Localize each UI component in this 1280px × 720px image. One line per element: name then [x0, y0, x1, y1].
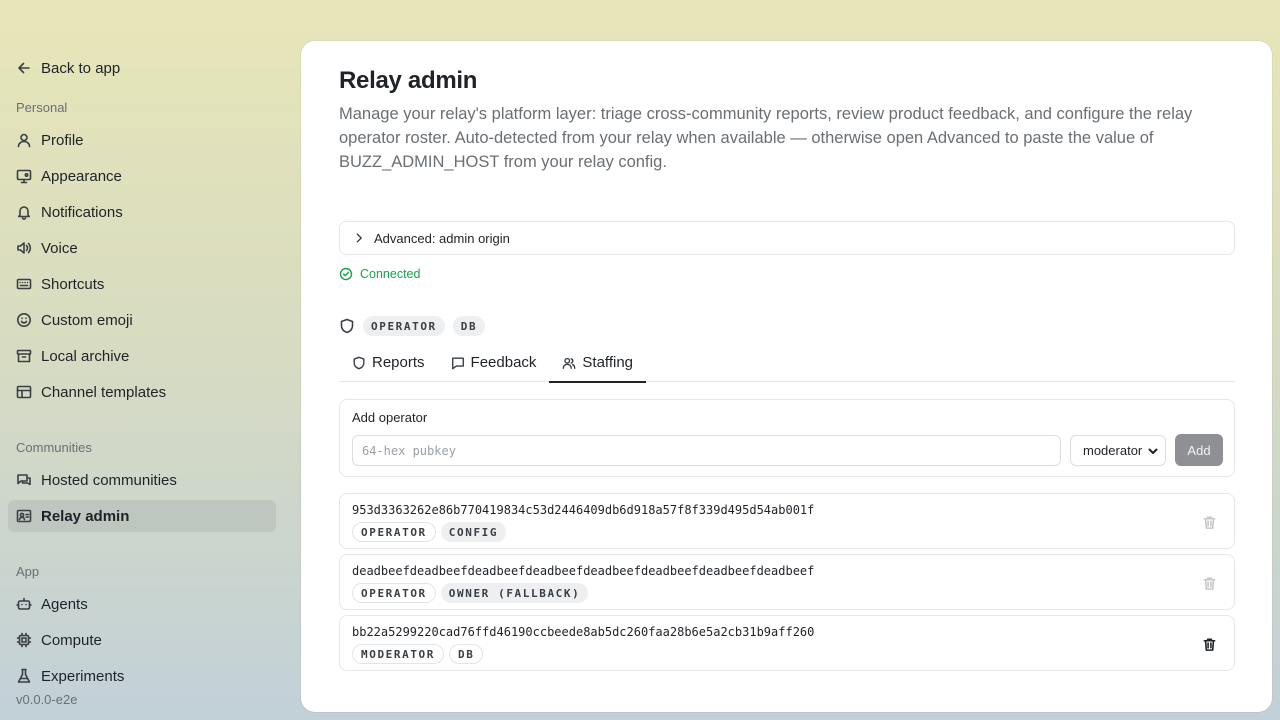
message-icon — [451, 356, 465, 370]
shield-icon — [352, 356, 366, 370]
advanced-admin-origin-toggle[interactable]: Advanced: admin origin — [339, 221, 1235, 255]
source-badge: OWNER (FALLBACK) — [440, 583, 589, 603]
section-label-app: App — [16, 564, 40, 579]
sidebar-item-label: Custom emoji — [41, 311, 133, 329]
sidebar-item-label: Profile — [41, 131, 84, 149]
pubkey-input[interactable] — [352, 435, 1061, 466]
add-operator-label: Add operator — [352, 410, 428, 425]
chevron-down-icon — [1147, 445, 1159, 457]
chevron-right-icon — [352, 231, 366, 245]
admin-tabs: Reports Feedback Staffing — [339, 343, 1235, 383]
app-version: v0.0.0-e2e — [16, 692, 78, 707]
sidebar-item-compute[interactable]: Compute — [8, 624, 276, 656]
admin-icon — [16, 508, 32, 524]
volume-icon — [16, 240, 32, 256]
trash-icon[interactable] — [1202, 515, 1217, 530]
sidebar-item-label: Appearance — [41, 167, 122, 185]
operator-pubkey: deadbeefdeadbeefdeadbeefdeadbeefdeadbeef… — [352, 564, 815, 578]
sidebar-item-local-archive[interactable]: Local archive — [8, 340, 276, 372]
role-badge: OPERATOR — [352, 522, 436, 542]
back-to-app-label: Back to app — [41, 59, 121, 77]
trash-icon[interactable] — [1202, 637, 1217, 652]
role-badge: OPERATOR — [363, 316, 445, 336]
tab-label: Staffing — [582, 354, 634, 371]
trash-icon[interactable] — [1202, 576, 1217, 591]
operator-badges: MODERATOR DB — [352, 644, 484, 664]
keyboard-icon — [16, 276, 32, 292]
role-select[interactable]: moderator — [1070, 435, 1166, 466]
back-to-app-link[interactable]: Back to app — [16, 58, 120, 78]
smile-icon — [16, 312, 32, 328]
sidebar-item-hosted-communities[interactable]: Hosted communities — [8, 464, 276, 496]
sidebar-item-label: Local archive — [41, 347, 130, 365]
sidebar-item-label: Hosted communities — [41, 471, 177, 489]
section-label-communities: Communities — [16, 440, 92, 455]
role-badge: OPERATOR — [352, 583, 436, 603]
layout-icon — [16, 384, 32, 400]
archive-icon — [16, 348, 32, 364]
operator-pubkey: 953d3363262e86b770419834c53d2446409db6d9… — [352, 503, 815, 517]
flask-icon — [16, 668, 32, 684]
chat-icon — [16, 472, 32, 488]
settings-sidebar: Back to app Personal Profile Appearance … — [0, 0, 300, 720]
bell-icon — [16, 204, 32, 220]
tab-feedback[interactable]: Feedback — [438, 343, 550, 382]
sidebar-item-custom-emoji[interactable]: Custom emoji — [8, 304, 276, 336]
role-badge: MODERATOR — [352, 644, 445, 664]
tab-reports[interactable]: Reports — [339, 343, 438, 382]
monitor-icon — [16, 168, 32, 184]
sidebar-item-shortcuts[interactable]: Shortcuts — [8, 268, 276, 300]
operator-row: deadbeefdeadbeefdeadbeefdeadbeefdeadbeef… — [339, 554, 1235, 610]
bot-icon — [16, 596, 32, 612]
tab-staffing[interactable]: Staffing — [549, 343, 646, 383]
my-roles: OPERATOR DB — [339, 315, 486, 337]
sidebar-item-relay-admin[interactable]: Relay admin — [8, 500, 276, 532]
tab-label: Reports — [372, 354, 425, 371]
sidebar-item-label: Compute — [41, 631, 102, 649]
sidebar-item-profile[interactable]: Profile — [8, 124, 276, 156]
operator-row: bb22a5299220cad76ffd46190ccbeede8ab5dc26… — [339, 615, 1235, 671]
user-icon — [16, 132, 32, 148]
operator-pubkey: bb22a5299220cad76ffd46190ccbeede8ab5dc26… — [352, 625, 815, 639]
sidebar-item-notifications[interactable]: Notifications — [8, 196, 276, 228]
page-title: Relay admin — [339, 67, 478, 94]
sidebar-item-label: Voice — [41, 239, 78, 257]
sidebar-item-experiments[interactable]: Experiments — [8, 660, 276, 692]
operator-badges: OPERATOR OWNER (FALLBACK) — [352, 583, 589, 603]
sidebar-item-appearance[interactable]: Appearance — [8, 160, 276, 192]
sidebar-item-label: Experiments — [41, 667, 125, 685]
tab-label: Feedback — [470, 354, 537, 371]
sidebar-item-voice[interactable]: Voice — [8, 232, 276, 264]
page-description: Manage your relay's platform layer: tria… — [339, 105, 1193, 171]
users-icon — [562, 356, 576, 370]
sidebar-item-label: Channel templates — [41, 383, 167, 401]
sidebar-item-label: Relay admin — [41, 507, 130, 525]
add-operator-button[interactable]: Add — [1175, 434, 1223, 466]
add-operator-form: Add operator moderator Add — [339, 399, 1235, 477]
source-badge: CONFIG — [440, 522, 507, 542]
section-label-personal: Personal — [16, 100, 68, 115]
source-badge: DB — [449, 644, 484, 664]
check-circle-icon — [339, 267, 353, 281]
arrow-left-icon — [16, 60, 32, 76]
relay-admin-panel: Relay admin Manage your relay's platform… — [301, 41, 1272, 712]
sidebar-item-label: Agents — [41, 595, 88, 613]
sidebar-item-label: Notifications — [41, 203, 123, 221]
role-badge: DB — [452, 316, 486, 336]
connection-status: Connected — [339, 267, 420, 281]
sidebar-item-label: Shortcuts — [41, 275, 105, 293]
advanced-label: Advanced: admin origin — [374, 230, 510, 246]
sidebar-item-channel-templates[interactable]: Channel templates — [8, 376, 276, 408]
operator-badges: OPERATOR CONFIG — [352, 522, 507, 542]
status-text: Connected — [360, 267, 421, 281]
operator-row: 953d3363262e86b770419834c53d2446409db6d9… — [339, 493, 1235, 549]
sidebar-item-agents[interactable]: Agents — [8, 588, 276, 620]
cpu-icon — [16, 632, 32, 648]
shield-icon — [339, 318, 355, 334]
role-select-value: moderator — [1083, 443, 1143, 458]
